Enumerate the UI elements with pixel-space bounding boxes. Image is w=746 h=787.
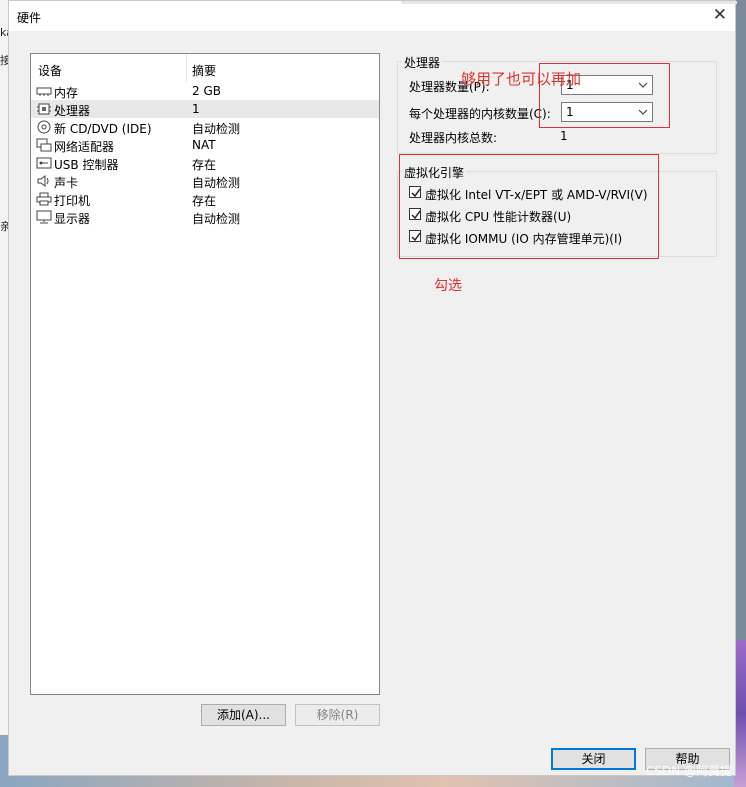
close-button[interactable]: 关闭 (551, 748, 636, 770)
background-strip (401, 1, 737, 4)
close-icon[interactable]: ✕ (713, 6, 727, 24)
device-row-network[interactable]: 网络适配器 NAT (31, 136, 379, 154)
device-row-cd-dvd[interactable]: 新 CD/DVD (IDE) 自动检测 (31, 118, 379, 136)
device-name: USB 控制器 (54, 158, 119, 172)
cores-per-processor-label: 每个处理器的内核数量(C): (409, 107, 551, 121)
printer-icon (36, 192, 52, 206)
device-summary: NAT (192, 138, 216, 152)
device-list-header: 设备 摘要 (31, 54, 379, 82)
total-cores-label: 处理器内核总数: (409, 131, 498, 145)
background-text: ka (0, 26, 8, 39)
watermark: CSDN @阿莫提 (645, 764, 732, 778)
device-name: 声卡 (54, 176, 79, 190)
remove-device-button[interactable]: 移除(R) (295, 704, 380, 726)
device-summary: 2 GB (192, 84, 221, 98)
sound-icon (36, 174, 52, 188)
device-row-sound[interactable]: 声卡 自动检测 (31, 172, 379, 190)
device-summary: 1 (192, 102, 200, 116)
background-text: 接 (0, 54, 8, 67)
device-summary: 自动检测 (192, 176, 241, 190)
device-row-processor[interactable]: 处理器 1 (31, 100, 379, 118)
device-summary: 自动检测 (192, 122, 241, 136)
device-list[interactable]: 设备 摘要 内存 2 GB 处理器 1 新 CD/DVD (IDE) 自动检测 (30, 53, 380, 695)
column-separator (186, 54, 187, 82)
device-name: 内存 (54, 86, 79, 100)
hardware-dialog: 硬件 ✕ 设备 摘要 内存 2 GB 处理器 1 新 CD/DVD (IDE) … (8, 0, 737, 776)
background-window-edge: ka 接 亲 (0, 0, 8, 787)
usb-icon (36, 156, 52, 170)
cd-icon (36, 120, 52, 134)
device-row-memory[interactable]: 内存 2 GB (31, 82, 379, 100)
device-summary: 存在 (192, 194, 217, 208)
device-row-usb[interactable]: USB 控制器 存在 (31, 154, 379, 172)
annotation-check-note: 勾选 (434, 278, 462, 294)
column-header-summary[interactable]: 摘要 (192, 62, 216, 79)
cpu-icon (36, 102, 52, 116)
annotation-more-note: 够用了也可以再加 (461, 70, 582, 88)
add-device-button[interactable]: 添加(A)... (201, 704, 286, 726)
device-name: 显示器 (54, 212, 91, 226)
device-summary: 存在 (192, 158, 217, 172)
memory-icon (36, 84, 52, 98)
total-cores-value: 1 (560, 129, 568, 143)
device-row-printer[interactable]: 打印机 存在 (31, 190, 379, 208)
device-summary: 自动检测 (192, 212, 241, 226)
dialog-title: 硬件 (17, 11, 42, 25)
background-text: 亲 (0, 220, 8, 233)
device-name: 处理器 (54, 104, 91, 118)
annotation-box-virtualization (399, 154, 659, 259)
network-icon (36, 138, 52, 152)
display-icon (36, 210, 52, 224)
column-header-device[interactable]: 设备 (38, 62, 62, 79)
processor-group-title: 处理器 (402, 54, 443, 71)
device-row-display[interactable]: 显示器 自动检测 (31, 208, 379, 226)
device-name: 打印机 (54, 194, 91, 208)
device-name: 网络适配器 (54, 140, 115, 154)
device-name: 新 CD/DVD (IDE) (54, 122, 152, 136)
title-bar: 硬件 ✕ (9, 1, 735, 31)
